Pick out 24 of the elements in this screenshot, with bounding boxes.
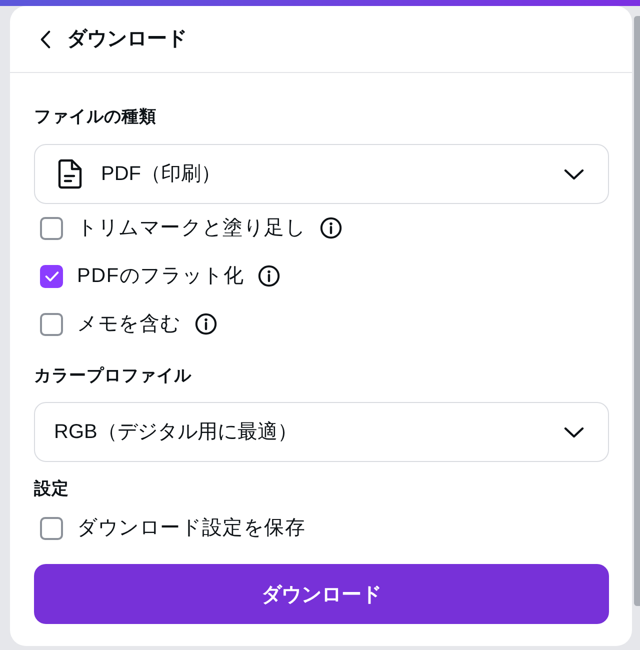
- checkbox[interactable]: [40, 264, 63, 288]
- section-label: 設定: [34, 478, 69, 500]
- option-label[interactable]: トリムマークと塗り足し: [77, 215, 306, 241]
- file-type-dropdown[interactable]: PDF（印刷）: [34, 144, 609, 204]
- checkbox[interactable]: [40, 312, 63, 336]
- scrollbar-thumb[interactable]: [634, 16, 640, 606]
- option-label[interactable]: PDFのフラット化: [77, 263, 244, 289]
- info-icon[interactable]: [258, 265, 280, 287]
- download-button[interactable]: ダウンロード: [34, 564, 609, 624]
- section-label: ファイルの種類: [34, 106, 156, 128]
- section-label: カラープロファイル: [34, 365, 192, 387]
- document-icon: [58, 159, 82, 189]
- option-label[interactable]: メモを含む: [77, 311, 181, 337]
- back-icon[interactable]: [40, 30, 51, 48]
- checkbox[interactable]: [40, 216, 63, 240]
- info-icon[interactable]: [320, 217, 342, 239]
- chevron-down-icon: [564, 168, 584, 180]
- checkbox[interactable]: [40, 516, 63, 540]
- option-label[interactable]: ダウンロード設定を保存: [77, 515, 306, 541]
- chevron-down-icon: [564, 426, 584, 438]
- color-profile-dropdown[interactable]: RGB（デジタル用に最適）: [34, 402, 609, 462]
- info-icon[interactable]: [195, 313, 217, 335]
- checkmark-icon: [44, 270, 58, 282]
- panel-title: ダウンロード: [67, 27, 187, 52]
